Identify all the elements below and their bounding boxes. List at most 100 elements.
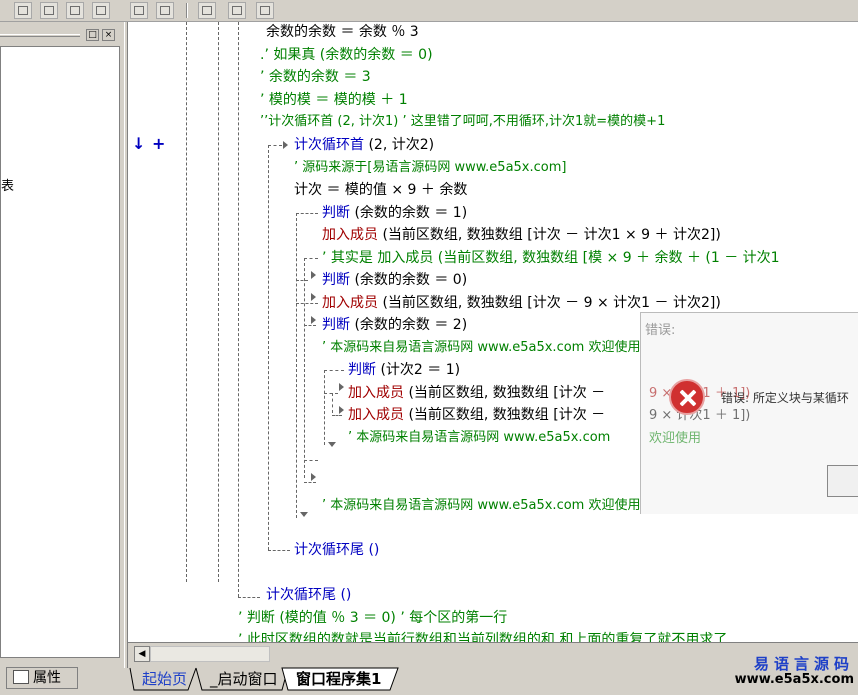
code-line[interactable]: 加入成员 (当前区数组, 数独数组 [计次 － xyxy=(348,384,605,402)
tab-start-page[interactable]: 起始页 xyxy=(138,668,191,692)
code-line[interactable]: ’ 判断 (模的值 ％ 3 ＝ 0) ’ 每个区的第一行 xyxy=(238,609,507,627)
code-line[interactable]: 判断 (计次2 ＝ 1) xyxy=(348,361,460,379)
if-condition: (余数的余数 ＝ 1) xyxy=(350,205,468,221)
flow-line xyxy=(296,280,308,281)
code-line[interactable]: 加入成员 (当前区数组, 数独数组 [计次 － 9 × 计次1 － 计次2]) xyxy=(322,294,721,312)
code-line[interactable]: ’’计次循环首 (2, 计次1) ’ 这里错了呵呵,不用循环,计次1就=模的模+… xyxy=(260,113,665,131)
error-icon xyxy=(669,379,705,415)
toolbar-separator xyxy=(186,3,188,18)
code-line[interactable]: 判断 (余数的余数 ＝ 1) xyxy=(322,204,467,222)
scroll-left-button[interactable]: ◀ xyxy=(134,646,150,662)
function-name: 加入成员 xyxy=(322,295,378,311)
if-condition: (计次2 ＝ 1) xyxy=(376,362,461,378)
flow-arrow xyxy=(283,141,288,149)
flow-line xyxy=(268,145,282,146)
code-line[interactable]: 判断 (余数的余数 ＝ 2) xyxy=(322,316,467,334)
code-line[interactable]: 计次循环首 (2, 计次2) xyxy=(294,136,434,154)
tab-window-assembly[interactable]: 窗口程序集1 xyxy=(292,668,385,692)
code-line[interactable]: 加入成员 (当前区数组, 数独数组 [计次 － xyxy=(348,406,605,424)
code-line[interactable]: 加入成员 (当前区数组, 数独数组 [计次 － 计次1 × 9 ＋ 计次2]) xyxy=(322,226,721,244)
equal-height-icon[interactable] xyxy=(156,2,174,19)
flow-line xyxy=(304,258,318,259)
if-keyword: 判断 xyxy=(322,205,350,221)
code-line[interactable]: .’ 如果真 (余数的余数 ＝ 0) xyxy=(260,46,433,64)
flow-arrow xyxy=(311,271,316,279)
watermark-title: 易语言源码 xyxy=(753,655,854,673)
code-line[interactable]: ’ 本源码来自易语言源码网 www.e5a5x.com 欢迎使用 xyxy=(322,339,640,357)
toolbar xyxy=(0,0,858,22)
flow-line xyxy=(296,213,318,214)
code-line[interactable]: ’ 此时区数组的数就是当前行数组和当前列数组的和,和上面的重复了就不用求了 xyxy=(238,631,727,642)
watermark-url: www.e5a5x.com xyxy=(734,672,854,687)
panel-close-button[interactable]: × xyxy=(102,29,115,41)
panel-maximize-button[interactable]: □ xyxy=(86,29,99,41)
flow-line xyxy=(324,370,325,445)
center-in-window-icon[interactable] xyxy=(256,2,274,19)
if-condition: (余数的余数 ＝ 2) xyxy=(350,317,468,333)
code-line[interactable]: 余数的余数 ＝ 余数 ％ 3 xyxy=(266,23,419,41)
if-keyword: 判断 xyxy=(322,272,350,288)
error-dialog: 错误: 9 × 计次1 ＋ 1]) 9 × 计次1 ＋ 1]) 欢迎使用 错误:… xyxy=(640,312,858,514)
flow-line xyxy=(304,325,316,326)
down-arrow-icon[interactable]: ↓ xyxy=(132,134,145,153)
flow-line xyxy=(296,213,297,518)
code-line[interactable]: 计次循环尾 () xyxy=(266,586,351,604)
code-line[interactable]: 判断 (余数的余数 ＝ 0) xyxy=(322,271,467,289)
function-name: 加入成员 xyxy=(348,385,404,401)
code-line[interactable]: ’ 本源码来自易语言源码网 www.e5a5x.com 欢迎使用 xyxy=(322,497,640,515)
function-name: 加入成员 xyxy=(348,407,404,423)
flow-line xyxy=(304,460,318,461)
scroll-thumb[interactable] xyxy=(150,646,270,662)
site-watermark: 易语言源码 www.e5a5x.com xyxy=(735,656,854,688)
equal-width-icon[interactable] xyxy=(130,2,148,19)
flow-arrow xyxy=(328,442,336,447)
horizontal-spacing-icon[interactable] xyxy=(198,2,216,19)
if-keyword: 判断 xyxy=(348,362,376,378)
code-line[interactable]: ’ 模的模 ＝ 模的模 ＋ 1 xyxy=(260,91,408,109)
editor-gutter xyxy=(128,22,182,642)
function-args: (当前区数组, 数独数组 [计次 － 计次1 × 9 ＋ 计次2]) xyxy=(378,227,721,243)
flow-arrow xyxy=(311,293,316,301)
code-line[interactable]: 计次循环尾 () xyxy=(294,541,379,559)
flow-line xyxy=(296,303,318,304)
properties-tab[interactable]: 属性 xyxy=(6,667,78,689)
code-line[interactable]: ’ 余数的余数 ＝ 3 xyxy=(260,68,371,86)
flow-arrow xyxy=(300,512,308,517)
align-center-icon[interactable] xyxy=(40,2,58,19)
flow-arrow xyxy=(311,316,316,324)
code-line[interactable]: ’ 源码来源于[易语言源码网 www.e5a5x.com] xyxy=(294,159,566,177)
code-line[interactable]: ’ 其实是 加入成员 (当前区数组, 数独数组 [模 × 9 ＋ 余数 ＋ (1… xyxy=(322,249,780,267)
if-keyword: 判断 xyxy=(322,317,350,333)
flow-line xyxy=(304,258,305,478)
function-args: (当前区数组, 数独数组 [计次 － xyxy=(404,407,606,423)
align-left-icon[interactable] xyxy=(14,2,32,19)
project-tree[interactable]: 表 xyxy=(0,46,120,658)
function-args: (当前区数组, 数独数组 [计次 － xyxy=(404,385,606,401)
flow-line xyxy=(268,145,269,550)
flow-line xyxy=(324,370,344,371)
flow-line xyxy=(268,550,290,551)
properties-icon xyxy=(13,670,29,684)
loop-keyword: 计次循环首 xyxy=(294,137,364,153)
loop-args: (2, 计次2) xyxy=(364,137,435,153)
flow-line xyxy=(238,597,260,598)
dialog-ok-button[interactable] xyxy=(827,465,858,497)
side-panel-header: □ × xyxy=(0,26,120,44)
tree-item-partial[interactable]: 表 xyxy=(1,175,14,194)
tab-startup-window[interactable]: _启动窗口 xyxy=(206,668,282,692)
code-line[interactable]: 计次 ＝ 模的值 × 9 ＋ 余数 xyxy=(294,181,467,199)
vertical-spacing-icon[interactable] xyxy=(228,2,246,19)
flow-line xyxy=(324,393,338,394)
code-line[interactable]: ’ 本源码来自易语言源码网 www.e5a5x.com xyxy=(348,429,610,447)
plus-icon[interactable]: + xyxy=(152,134,165,153)
side-panel: □ × 表 属性 xyxy=(0,22,124,689)
flow-arrow xyxy=(339,383,344,391)
align-middle-icon[interactable] xyxy=(92,2,110,19)
align-top-icon[interactable] xyxy=(66,2,84,19)
code-line-ghost: 欢迎使用 xyxy=(649,431,702,446)
panel-grip[interactable] xyxy=(0,34,80,37)
properties-tab-label: 属性 xyxy=(33,670,61,686)
error-message: 错误: 所定义块与某循环 xyxy=(721,391,849,405)
flow-arrow xyxy=(311,473,316,481)
function-name: 加入成员 xyxy=(322,227,378,243)
